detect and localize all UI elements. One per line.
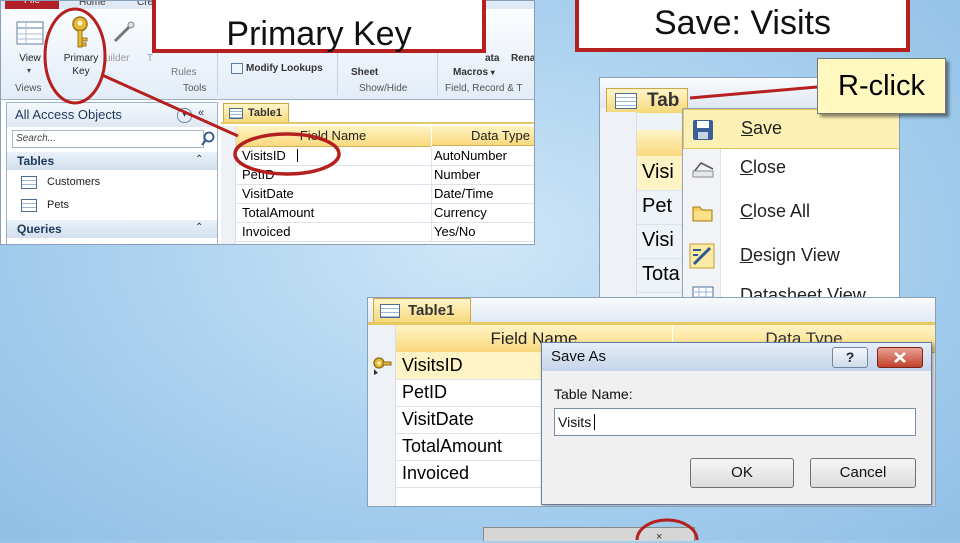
connector-line [101,73,239,138]
highlight-ellipse-primary-key [43,7,107,105]
connector-line-rclick [689,85,818,100]
highlight-ellipse-visitsid [233,132,341,176]
annotation-overlay [43,7,818,540]
highlight-ellipse-close-button [635,518,699,540]
